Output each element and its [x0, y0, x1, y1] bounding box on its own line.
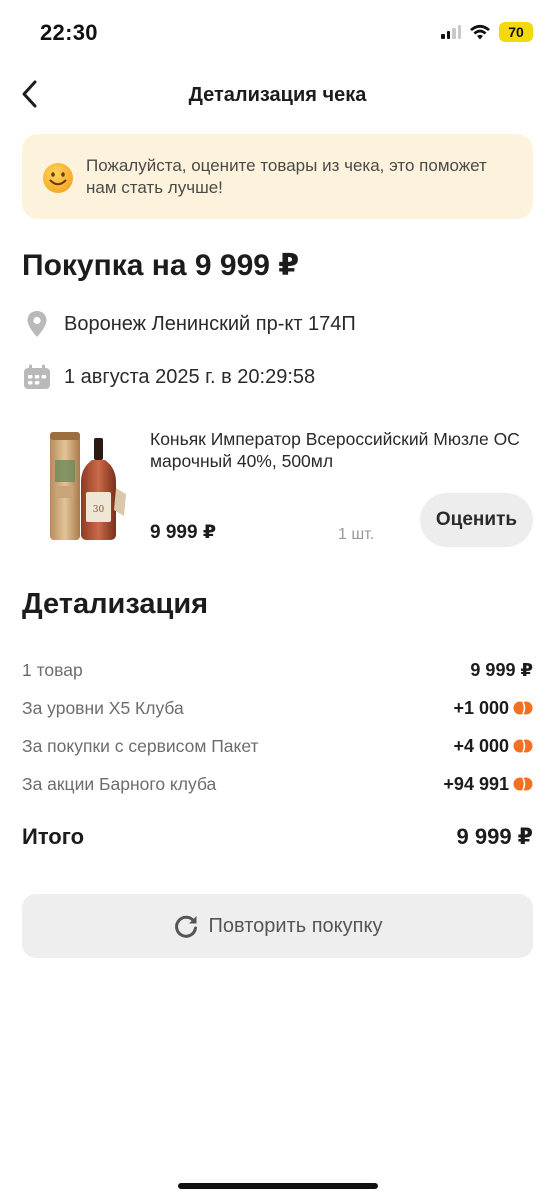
product-card[interactable]: 30 Коньяк Император Всероссийский Мюзле … — [22, 420, 533, 560]
refresh-icon — [174, 915, 197, 938]
detail-row-bar-club: За акции Барного клуба +94 991 — [22, 771, 533, 797]
smiley-icon — [43, 163, 73, 193]
detail-label: За акции Барного клуба — [22, 773, 217, 794]
status-indicators: 70 — [441, 22, 533, 42]
battery-indicator: 70 — [499, 22, 533, 42]
repeat-purchase-label: Повторить покупку — [208, 914, 383, 937]
page-title: Детализация чека — [188, 84, 367, 106]
detail-row-items: 1 товар 9 999 ₽ — [22, 657, 533, 683]
rate-button[interactable]: Оценить — [420, 493, 533, 547]
detail-label: За уровни Х5 Клуба — [22, 697, 184, 718]
detail-row-package: За покупки с сервисом Пакет +4 000 — [22, 733, 533, 759]
detail-value: +4 000 — [453, 736, 533, 757]
cognac-bottle-image: 30 — [50, 432, 126, 540]
detail-label: За покупки с сервисом Пакет — [22, 735, 259, 756]
location-text: Воронеж Ленинский пр-кт 174П — [64, 312, 356, 335]
detail-label: 1 товар — [22, 659, 83, 680]
product-quantity: 1 шт. — [338, 526, 375, 543]
location-pin-icon — [22, 309, 52, 339]
nav-bar: Детализация чека — [0, 72, 555, 118]
details-title: Детализация — [22, 588, 209, 620]
bonus-coin-icon — [513, 701, 533, 715]
purchase-title: Покупка на 9 999 ₽ — [22, 249, 300, 282]
detail-row-x5-club: За уровни Х5 Клуба +1 000 — [22, 695, 533, 721]
total-value: 9 999 ₽ — [456, 824, 533, 849]
detail-value: +94 991 — [443, 774, 533, 795]
detail-amount: 9 999 ₽ — [470, 659, 533, 680]
status-time: 22:30 — [40, 20, 98, 45]
banner-text: Пожалуйста, оцените товары из чека, это … — [86, 156, 487, 197]
repeat-purchase-button[interactable]: Повторить покупку — [22, 894, 533, 958]
bonus-coin-icon — [513, 739, 533, 753]
calendar-icon — [22, 362, 52, 392]
detail-amount: +1 000 — [453, 697, 509, 718]
purchase-date: 1 августа 2025 г. в 20:29:58 — [22, 362, 315, 392]
cellular-signal-icon — [441, 25, 461, 39]
wifi-icon — [470, 24, 490, 40]
date-text: 1 августа 2025 г. в 20:29:58 — [64, 365, 316, 388]
total-label: Итого — [22, 824, 85, 849]
product-price: 9 999 ₽ — [150, 522, 217, 543]
bonus-coin-icon — [513, 777, 533, 791]
status-bar: 22:30 70 — [0, 0, 555, 64]
detail-value: 9 999 ₽ — [470, 660, 533, 681]
detail-amount: +94 991 — [443, 773, 509, 794]
total-row: Итого 9 999 ₽ — [22, 822, 533, 852]
detail-amount: +4 000 — [453, 735, 509, 756]
rate-items-banner[interactable]: Пожалуйста, оцените товары из чека, это … — [22, 134, 533, 219]
svg-text:30: 30 — [93, 505, 105, 515]
store-location: Воронеж Ленинский пр-кт 174П — [22, 309, 356, 339]
detail-value: +1 000 — [453, 698, 533, 719]
home-indicator — [178, 1183, 378, 1189]
product-name: Коньяк Император Всероссийский Мюзле ОС … — [150, 429, 520, 471]
